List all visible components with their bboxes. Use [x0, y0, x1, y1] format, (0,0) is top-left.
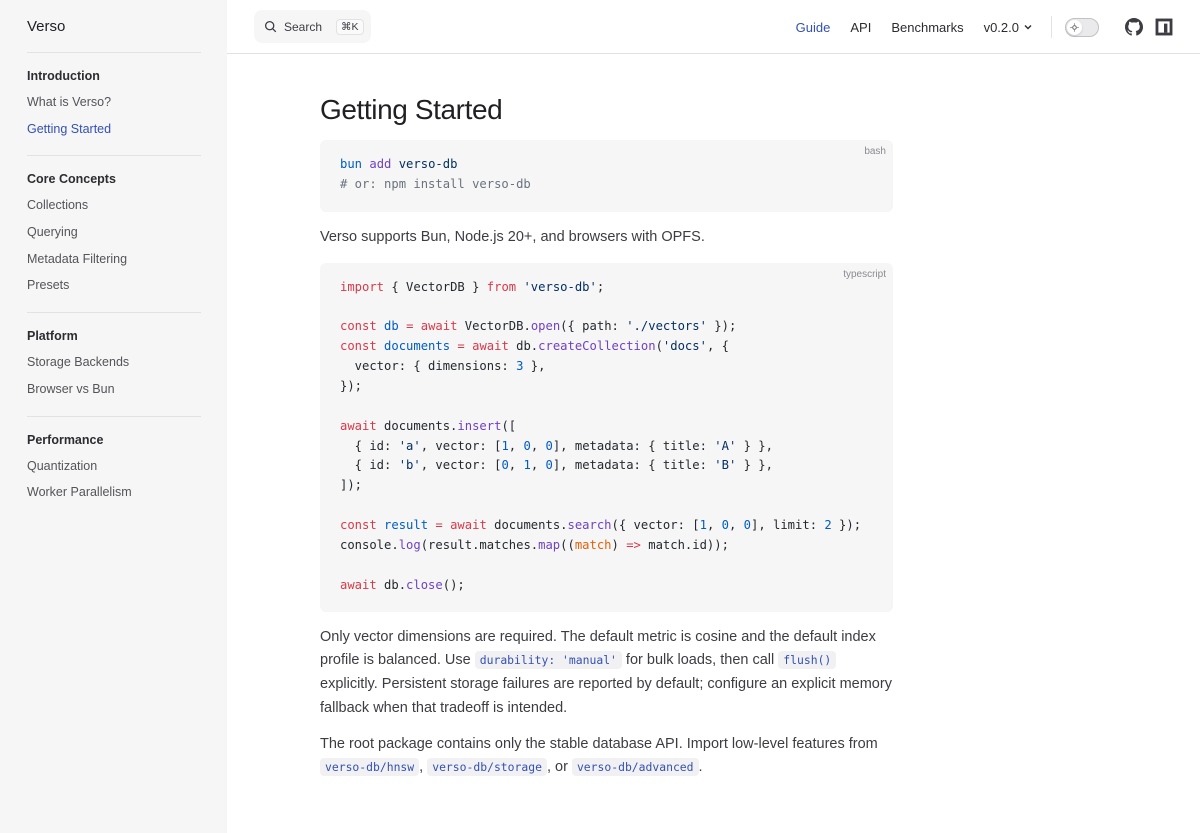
paragraph-support: Verso supports Bun, Node.js 20+, and bro…	[320, 229, 705, 245]
inline-code: flush()	[778, 651, 837, 670]
search-shortcut: ⌘K	[336, 18, 364, 35]
text-segment: for bulk loads, then call	[621, 652, 779, 669]
code-line: const documents = await db.createCollect…	[340, 339, 729, 354]
sidebar-item-storage-backends[interactable]: Storage Backends	[27, 349, 201, 376]
chevron-down-icon	[1024, 25, 1032, 30]
sidebar-item-getting-started[interactable]: Getting Started	[27, 116, 201, 143]
sidebar-group-title: Introduction	[27, 69, 100, 83]
sidebar-group-platform: Platform Storage Backends Browser vs Bun	[27, 312, 201, 415]
site-logo[interactable]: Verso	[27, 18, 65, 35]
code-line: console.log(result.matches.map((match) =…	[340, 537, 729, 552]
sidebar-item-browser-vs-bun[interactable]: Browser vs Bun	[27, 376, 201, 403]
text-segment: , or	[546, 759, 572, 776]
code-block-example: typescript import { VectorDB } from 'ver…	[320, 262, 893, 612]
main-content: Getting Started bash bun add verso-db # …	[320, 54, 893, 780]
code-block-install: bash bun add verso-db # or: npm install …	[320, 140, 893, 212]
sidebar-item-collections[interactable]: Collections	[27, 192, 201, 219]
code-language-label: typescript	[843, 268, 886, 280]
code-line: await documents.insert([	[340, 418, 517, 433]
sidebar-item-querying[interactable]: Querying	[27, 219, 201, 246]
page-title: Getting Started	[320, 94, 503, 125]
search-button[interactable]: Search ⌘K	[254, 10, 371, 43]
sidebar-item-worker-parallelism[interactable]: Worker Parallelism	[27, 479, 201, 506]
code-line: await db.close();	[340, 577, 465, 592]
sidebar-nav: Introduction What is Verso? Getting Star…	[27, 52, 201, 519]
sidebar-group-title: Platform	[27, 329, 78, 344]
code-line: { id: 'a', vector: [1, 0, 0], metadata: …	[340, 438, 773, 453]
code-language-label: bash	[864, 146, 886, 157]
nav-link-api[interactable]: API	[850, 20, 871, 35]
divider	[1051, 16, 1052, 38]
theme-toggle[interactable]	[1065, 17, 1099, 37]
sidebar-group-performance: Performance Quantization Worker Parallel…	[27, 415, 201, 519]
sidebar-group-title: Core Concepts	[27, 172, 116, 187]
version-dropdown[interactable]: v0.2.0	[984, 20, 1033, 35]
nav-link-benchmarks[interactable]: Benchmarks	[891, 20, 963, 35]
code-line: # or: npm install verso-db	[340, 176, 531, 191]
text-segment: .	[698, 759, 703, 776]
text-segment: explicitly. Persistent storage failures …	[320, 676, 892, 716]
code-line: vector: { dimensions: 3 },	[340, 359, 546, 374]
theme-knob	[1067, 19, 1082, 35]
package-icon[interactable]	[1155, 18, 1173, 36]
search-label: Search	[284, 19, 323, 34]
paragraph-packages: The root package contains only the stabl…	[320, 733, 893, 780]
sidebar-group-introduction: Introduction What is Verso? Getting Star…	[27, 52, 201, 155]
code-line: { id: 'b', vector: [0, 1, 0], metadata: …	[340, 458, 773, 473]
code-line: bun add verso-db	[340, 157, 458, 171]
sidebar-group-core-concepts: Core Concepts Collections Querying Metad…	[27, 155, 201, 312]
text-segment: The root package contains only the stabl…	[320, 735, 878, 752]
text-segment: ,	[419, 759, 428, 776]
sidebar: Verso Introduction What is Verso? Gettin…	[0, 0, 227, 833]
sun-icon	[1070, 22, 1079, 32]
code-line: const result = await documents.search({ …	[340, 518, 862, 533]
code-line: import { VectorDB } from 'verso-db';	[340, 279, 605, 294]
top-nav: Guide API Benchmarks v0.2.0	[776, 0, 1200, 54]
inline-code: durability: 'manual'	[474, 651, 622, 670]
inline-code: verso-db/hnsw	[320, 758, 420, 777]
inline-code: verso-db/storage	[427, 758, 547, 777]
nav-link-guide[interactable]: Guide	[796, 20, 831, 35]
code-line: ]);	[340, 478, 363, 493]
paragraph-defaults: Only vector dimensions are required. The…	[320, 626, 893, 721]
version-label: v0.2.0	[983, 19, 1019, 35]
top-bar: Search ⌘K Guide API Benchmarks v0.2.0	[227, 0, 1200, 54]
code-line: });	[340, 379, 363, 393]
code-line: const db = await VectorDB.open({ path: '…	[340, 319, 737, 334]
search-icon	[264, 20, 277, 33]
github-icon[interactable]	[1125, 18, 1143, 36]
sidebar-item-metadata-filtering[interactable]: Metadata Filtering	[27, 246, 201, 273]
sidebar-group-title: Performance	[27, 432, 104, 447]
sidebar-item-presets[interactable]: Presets	[27, 272, 201, 299]
inline-code: verso-db/advanced	[571, 758, 699, 777]
sidebar-item-what-is-verso[interactable]: What is Verso?	[27, 89, 201, 116]
sidebar-item-quantization[interactable]: Quantization	[27, 453, 201, 480]
